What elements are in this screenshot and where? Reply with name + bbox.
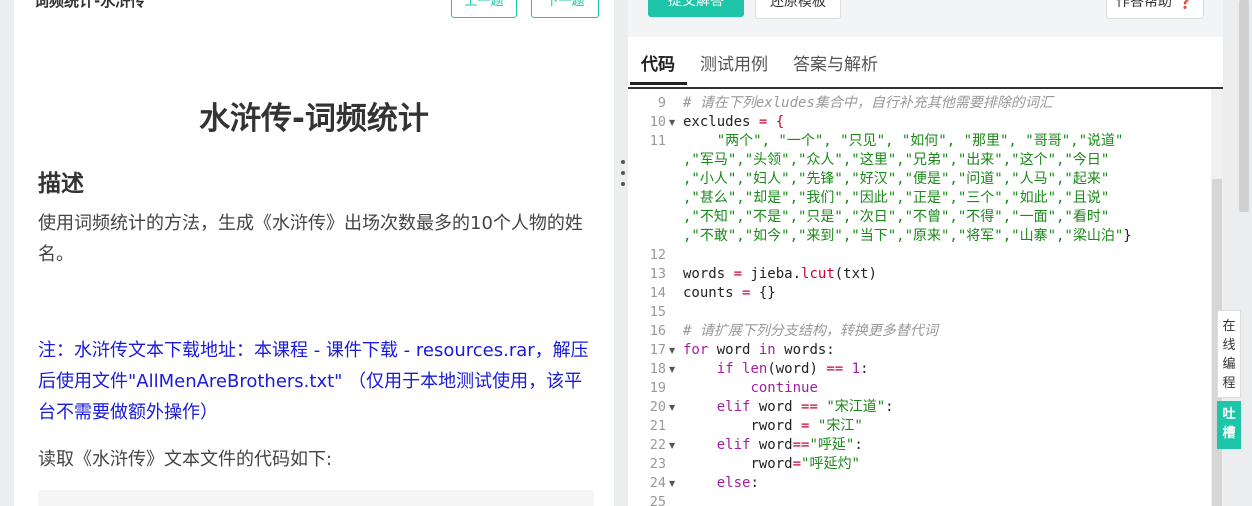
active-tab-indicator [630, 82, 687, 85]
code-line: "两个", "一个", "只见", "如何", "那里", "哥哥","说道" [683, 133, 1124, 149]
code-panel: 提交解答 还原模板 作答帮助 ❓ 代码 测试用例 答案与解析 9 # 请在下列e… [628, 0, 1223, 506]
code-sample-box [38, 490, 594, 506]
fold-arrow-icon[interactable]: ▼ [669, 113, 675, 132]
reset-template-button[interactable]: 还原模板 [755, 0, 841, 19]
code-line: rword = "宋江" [750, 418, 863, 434]
prev-problem-button[interactable]: 上一题 [451, 0, 517, 18]
tab-test-cases[interactable]: 测试用例 [700, 50, 768, 75]
description-text: 使用词频统计的方法，生成《水浒传》出场次数最多的10个人物的姓名。 [38, 213, 583, 265]
help-button[interactable]: 作答帮助 ❓ [1106, 0, 1204, 19]
code-line: words = jieba.lcut(txt) [683, 266, 877, 282]
line-number: 16 [649, 323, 666, 339]
line-number: 14 [649, 285, 666, 301]
feedback-button[interactable]: 吐槽 [1217, 401, 1241, 449]
code-line-wrap: ,"军马","头领","众人","这里","兄弟","出来","这个","今日" [683, 152, 1110, 168]
code-tabs: 代码 测试用例 答案与解析 [628, 37, 1223, 89]
code-line: excludes = { [683, 114, 785, 130]
fold-arrow-icon[interactable]: ▼ [669, 398, 675, 417]
line-number: 13 [649, 266, 666, 282]
line-number: 18 [649, 361, 666, 377]
code-line-wrap: ,"不知","不是","只是","次日","不曾","不得","一面","看时" [683, 209, 1110, 225]
fold-arrow-icon[interactable]: ▼ [669, 341, 675, 360]
page-scrollbar-thumb[interactable] [1239, 0, 1249, 212]
description-heading: 描述 [38, 171, 84, 197]
code-line: elif word == "宋江道": [716, 399, 894, 415]
line-number: 10 [649, 114, 666, 130]
code-line: elif word=="呼延": [716, 437, 863, 453]
code-line-wrap: ,"小人","妇人","先锋","好汉","便是","问道","人马","起来" [683, 171, 1110, 187]
line-number: 24 [649, 475, 666, 491]
line-number: 25 [649, 494, 666, 506]
fold-arrow-icon[interactable]: ▼ [669, 360, 675, 379]
online-edit-button[interactable]: 在线编程 [1217, 310, 1241, 398]
download-note: 注：水浒传文本下载地址：本课程 - 课件下载 - resources.rar，解… [38, 340, 589, 423]
code-line: else: [716, 475, 759, 491]
code-line-wrap: ,"不敢","如今","来到","当下","原来","将军","山寨","梁山泊… [683, 228, 1132, 244]
fold-arrow-icon[interactable]: ▼ [669, 474, 675, 493]
next-problem-button[interactable]: 下一题 [531, 0, 599, 18]
problem-panel: 词频统计-水浒传 上一题 下一题 水浒传-词频统计 描述 使用词频统计的方法，生… [14, 0, 614, 506]
line-number: 23 [649, 456, 666, 472]
code-line: if len(word) == 1: [716, 361, 869, 377]
line-number: 22 [649, 437, 666, 453]
line-number: 19 [649, 380, 666, 396]
tab-code[interactable]: 代码 [641, 50, 675, 75]
line-number: 17 [649, 342, 666, 358]
line-number: 9 [657, 95, 666, 111]
line-number: 20 [649, 399, 666, 415]
code-line-comment: # 请扩展下列分支结构，转换更多替代词 [683, 323, 938, 339]
line-number: 15 [649, 304, 666, 320]
code-line: continue [750, 380, 818, 396]
code-line-comment: # 请在下列exludes集合中，自行补充其他需要排除的词汇 [683, 95, 1053, 111]
read-code-label: 读取《水浒传》文本文件的代码如下: [38, 449, 333, 470]
problem-breadcrumb-title: 词频统计-水浒传 [34, 0, 146, 10]
submit-button[interactable]: 提交解答 [648, 0, 744, 17]
code-line: counts = {} [683, 285, 776, 301]
line-number: 21 [649, 418, 666, 434]
line-number: 11 [649, 133, 666, 149]
code-line-wrap: ,"甚么","却是","我们","因此","正是","三个","如此","且说" [683, 190, 1110, 206]
code-editor[interactable]: 9 # 请在下列exludes集合中，自行补充其他需要排除的词汇 10 ▼ ex… [628, 89, 1211, 506]
tab-answer-analysis[interactable]: 答案与解析 [793, 50, 878, 75]
code-line: for word in words: [683, 342, 835, 358]
code-line: rword="呼延灼" [750, 456, 860, 472]
fold-arrow-icon[interactable]: ▼ [669, 436, 675, 455]
problem-title: 水浒传-词频统计 [199, 101, 429, 137]
line-number: 12 [649, 247, 666, 263]
panel-resize-handle[interactable] [620, 160, 626, 196]
